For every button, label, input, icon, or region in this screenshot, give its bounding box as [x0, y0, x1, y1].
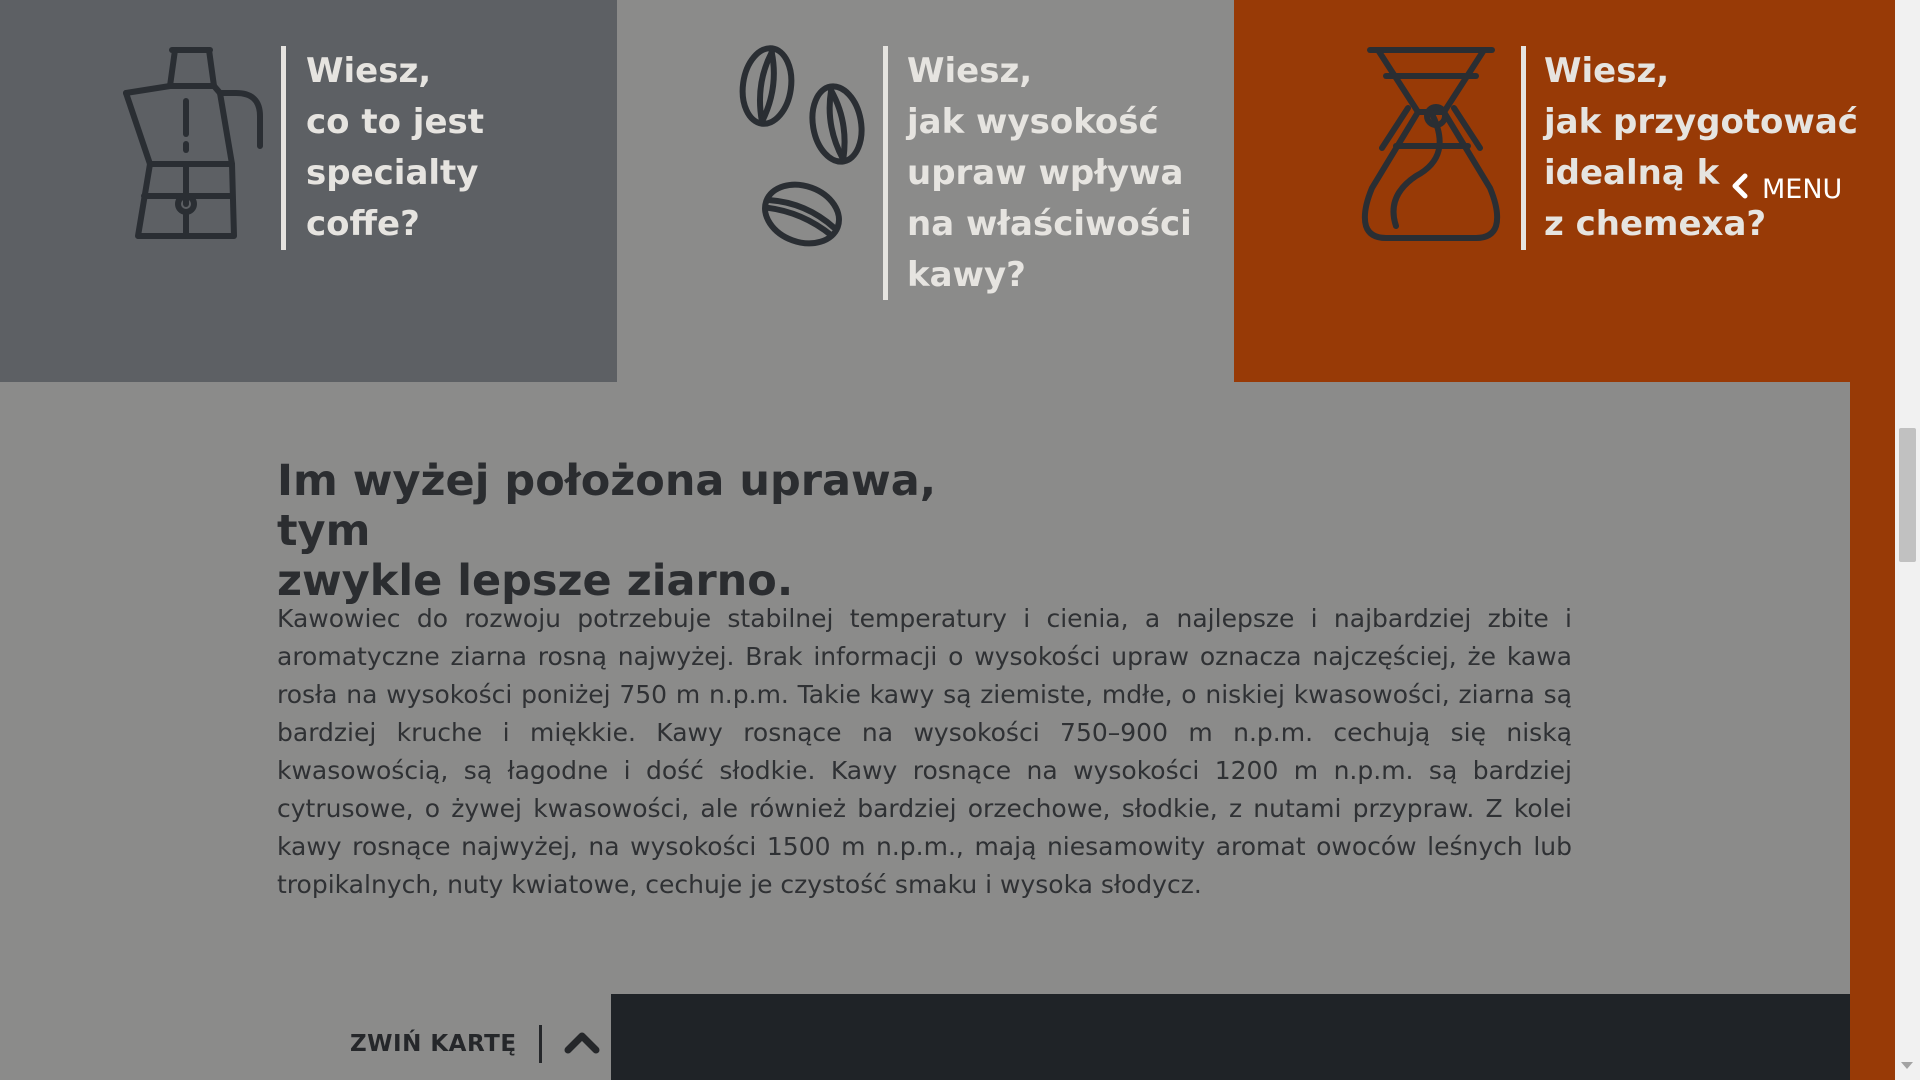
menu-label: MENU	[1762, 173, 1843, 205]
card-text: Wiesz, jak wysokość upraw wpływa na właś…	[907, 51, 1192, 295]
card-text: Wiesz, co to jest specialty coffe?	[306, 51, 485, 244]
accent-strip	[1850, 382, 1895, 1080]
collapse-card-button[interactable]: ZWIŃ KARTĘ	[350, 1020, 600, 1068]
collapse-label: ZWIŃ KARTĘ	[350, 1031, 517, 1057]
chemex-icon	[1356, 46, 1506, 248]
card-specialty-coffee[interactable]: Wiesz, co to jest specialty coffe?	[0, 0, 617, 382]
dark-footer-panel	[611, 994, 1850, 1080]
collapse-divider	[538, 1025, 542, 1063]
card-text: Wiesz, jak przygotować idealną k z cheme…	[1544, 51, 1858, 244]
chevron-up-icon	[564, 1030, 600, 1058]
article-title: Im wyżej położona uprawa, tym zwykle lep…	[277, 456, 937, 606]
scroll-down-icon[interactable]	[1901, 1062, 1913, 1069]
moka-pot-icon	[120, 46, 265, 245]
card-divider	[1521, 46, 1526, 250]
coffee-beans-icon	[737, 44, 877, 258]
article-body: Kawowiec do rozwoju potrzebuje stabilnej…	[277, 604, 1572, 899]
menu-button[interactable]: MENU	[1730, 168, 1842, 210]
card-altitude[interactable]: Wiesz, jak wysokość upraw wpływa na właś…	[617, 0, 1234, 382]
card-divider	[883, 46, 888, 300]
page-scrollbar[interactable]	[1895, 0, 1920, 1080]
scrollbar-thumb[interactable]	[1899, 428, 1916, 562]
chevron-left-icon	[1730, 173, 1750, 206]
card-divider	[281, 46, 286, 250]
